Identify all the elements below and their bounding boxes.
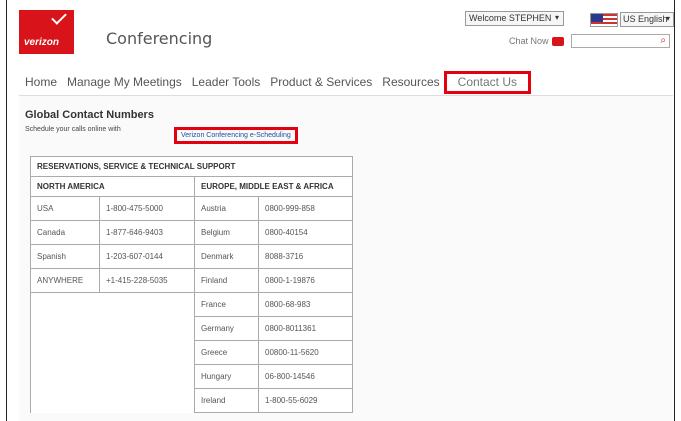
chat-label: Chat Now — [509, 36, 549, 46]
search-input[interactable]: ⌕ — [571, 34, 670, 48]
region-cell: Finland — [194, 268, 259, 293]
region-cell: Ireland — [194, 388, 259, 413]
number-cell: +1-415-228-5035 — [99, 268, 195, 293]
table-row: Canada 1-877-646-9403 Belgium 0800-40154 — [30, 220, 353, 245]
number-cell: 8088-3716 — [258, 244, 353, 269]
north-america-header: NORTH AMERICA — [30, 176, 195, 197]
welcome-label: Welcome STEPHEN — [469, 13, 552, 23]
schedule-text: Schedule your calls online with — [25, 126, 121, 133]
region-cell: Austria — [194, 196, 259, 221]
region-cell: Greece — [194, 340, 259, 365]
number-cell: 0800-999-858 — [258, 196, 353, 221]
region-cell: Denmark — [194, 244, 259, 269]
e-scheduling-link[interactable]: Verizon Conferencing e-Scheduling — [174, 127, 298, 144]
number-cell: 00800-11-5620 — [258, 340, 353, 365]
chat-now-link[interactable]: Chat Now — [509, 36, 564, 46]
emea-header: EUROPE, MIDDLE EAST & AFRICA — [194, 176, 353, 197]
number-cell: 0800-68-983 — [258, 292, 353, 317]
language-label: US English — [623, 14, 668, 24]
chevron-down-icon: ▾ — [554, 13, 559, 22]
table-row: Spanish 1-203-607-0144 Denmark 8088-3716 — [30, 244, 353, 269]
language-selector[interactable]: US English ▾ — [590, 12, 674, 27]
number-cell: 06-800-14546 — [258, 364, 353, 389]
number-cell: 1-203-607-0144 — [99, 244, 195, 269]
table-row: France 0800-68-983 — [30, 292, 353, 413]
chat-icon — [551, 36, 564, 46]
region-cell: USA — [30, 196, 100, 221]
table-main-header: RESERVATIONS, SERVICE & TECHNICAL SUPPOR… — [30, 156, 353, 177]
verizon-logo[interactable]: verizon — [19, 9, 74, 54]
empty-cell — [30, 292, 195, 413]
region-cell: ANYWHERE — [30, 268, 100, 293]
nav-contact-us[interactable]: Contact Us — [443, 71, 532, 94]
main-content: Global Contact Numbers Schedule your cal… — [19, 95, 673, 421]
region-cell: Canada — [30, 220, 100, 245]
search-icon[interactable]: ⌕ — [660, 35, 666, 46]
table-row: USA 1-800-475-5000 Austria 0800-999-858 — [30, 196, 353, 221]
number-cell: 0800-8011361 — [258, 316, 353, 341]
region-cell: Belgium — [194, 220, 259, 245]
language-select[interactable]: US English ▾ — [620, 12, 674, 27]
region-cell: Spanish — [30, 244, 100, 269]
number-cell: 0800-1-19876 — [258, 268, 353, 293]
contact-table: RESERVATIONS, SERVICE & TECHNICAL SUPPOR… — [30, 156, 353, 413]
region-cell: France — [194, 292, 259, 317]
table-row: ANYWHERE +1-415-228-5035 Finland 0800-1-… — [30, 268, 353, 293]
number-cell: 1-877-646-9403 — [99, 220, 195, 245]
region-cell: Hungary — [194, 364, 259, 389]
chevron-down-icon: ▾ — [665, 14, 670, 23]
app-title: Conferencing — [106, 29, 213, 48]
checkmark-icon — [51, 9, 67, 25]
number-cell: 1-800-55-6029 — [258, 388, 353, 413]
page-title: Global Contact Numbers — [25, 109, 154, 121]
logo-text: verizon — [24, 37, 60, 48]
us-flag-icon — [590, 12, 618, 27]
welcome-dropdown[interactable]: Welcome STEPHEN ▾ — [465, 11, 564, 26]
number-cell: 0800-40154 — [258, 220, 353, 245]
number-cell: 1-800-475-5000 — [99, 196, 195, 221]
region-cell: Germany — [194, 316, 259, 341]
